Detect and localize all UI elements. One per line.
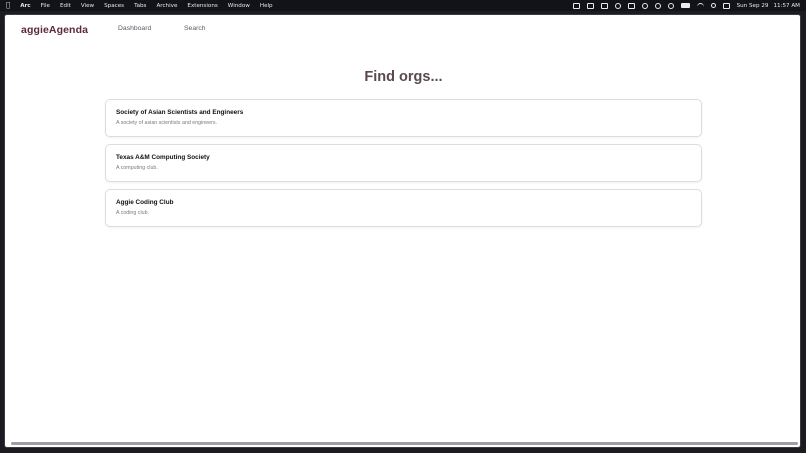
wifi-icon[interactable] <box>696 2 704 9</box>
moon-icon[interactable] <box>654 2 661 9</box>
org-card[interactable]: Aggie Coding Club A coding club. <box>105 189 702 227</box>
menu-window[interactable]: Window <box>228 3 250 9</box>
menubar-clock[interactable]: Sun Sep 29 11:57 AM <box>737 3 800 9</box>
org-description: A coding club. <box>116 210 149 216</box>
globe-icon[interactable] <box>614 2 621 9</box>
desktop-strip <box>4 448 801 453</box>
menu-spaces[interactable]: Spaces <box>104 3 124 9</box>
org-description: A computing club. <box>116 165 158 171</box>
menu-app-name[interactable]: Arc <box>20 3 30 9</box>
menubar-time: 11:57 AM <box>773 2 800 9</box>
org-name: Society of Asian Scientists and Engineer… <box>116 109 244 116</box>
menu-file[interactable]: File <box>41 3 50 9</box>
page-title: Find orgs... <box>364 69 443 85</box>
dotted-background-pattern <box>65 240 745 440</box>
apple-menu-icon[interactable]:  <box>6 2 10 9</box>
play-icon[interactable] <box>667 2 674 9</box>
org-name: Aggie Coding Club <box>116 199 174 206</box>
system-menubar:  Arc File Edit View Spaces Tabs Archive… <box>0 0 806 11</box>
org-card[interactable]: Texas A&M Computing Society A computing … <box>105 144 702 182</box>
menu-archive[interactable]: Archive <box>156 3 177 9</box>
org-name: Texas A&M Computing Society <box>116 154 210 161</box>
horizontal-scrollbar[interactable] <box>11 442 798 445</box>
folder-icon[interactable] <box>600 2 608 9</box>
browser-window: aggieAgenda Dashboard Search Find orgs..… <box>4 14 801 448</box>
menu-edit[interactable]: Edit <box>60 3 71 9</box>
menu-extensions[interactable]: Extensions <box>187 3 217 9</box>
org-card[interactable]: Society of Asian Scientists and Engineer… <box>105 99 702 137</box>
menu-help[interactable]: Help <box>260 3 273 9</box>
clipboard-icon[interactable] <box>572 2 580 9</box>
control-center-icon[interactable] <box>722 2 730 9</box>
site-navbar: aggieAgenda Dashboard Search <box>5 15 800 45</box>
battery-icon[interactable] <box>680 3 690 8</box>
nav-link-search[interactable]: Search <box>184 25 206 32</box>
record-icon[interactable] <box>641 2 648 9</box>
spotlight-search-icon[interactable] <box>710 3 716 8</box>
org-description: A society of asian scientists and engine… <box>116 120 217 126</box>
menu-tabs[interactable]: Tabs <box>134 3 146 9</box>
menubar-date: Sun Sep 29 <box>736 2 769 9</box>
brand-logo[interactable]: aggieAgenda <box>21 24 88 36</box>
extension-status-icon[interactable] <box>586 2 594 9</box>
menu-view[interactable]: View <box>81 3 94 9</box>
nav-link-dashboard[interactable]: Dashboard <box>118 25 151 32</box>
calendar-icon[interactable] <box>627 2 635 9</box>
org-list: Society of Asian Scientists and Engineer… <box>105 99 702 234</box>
